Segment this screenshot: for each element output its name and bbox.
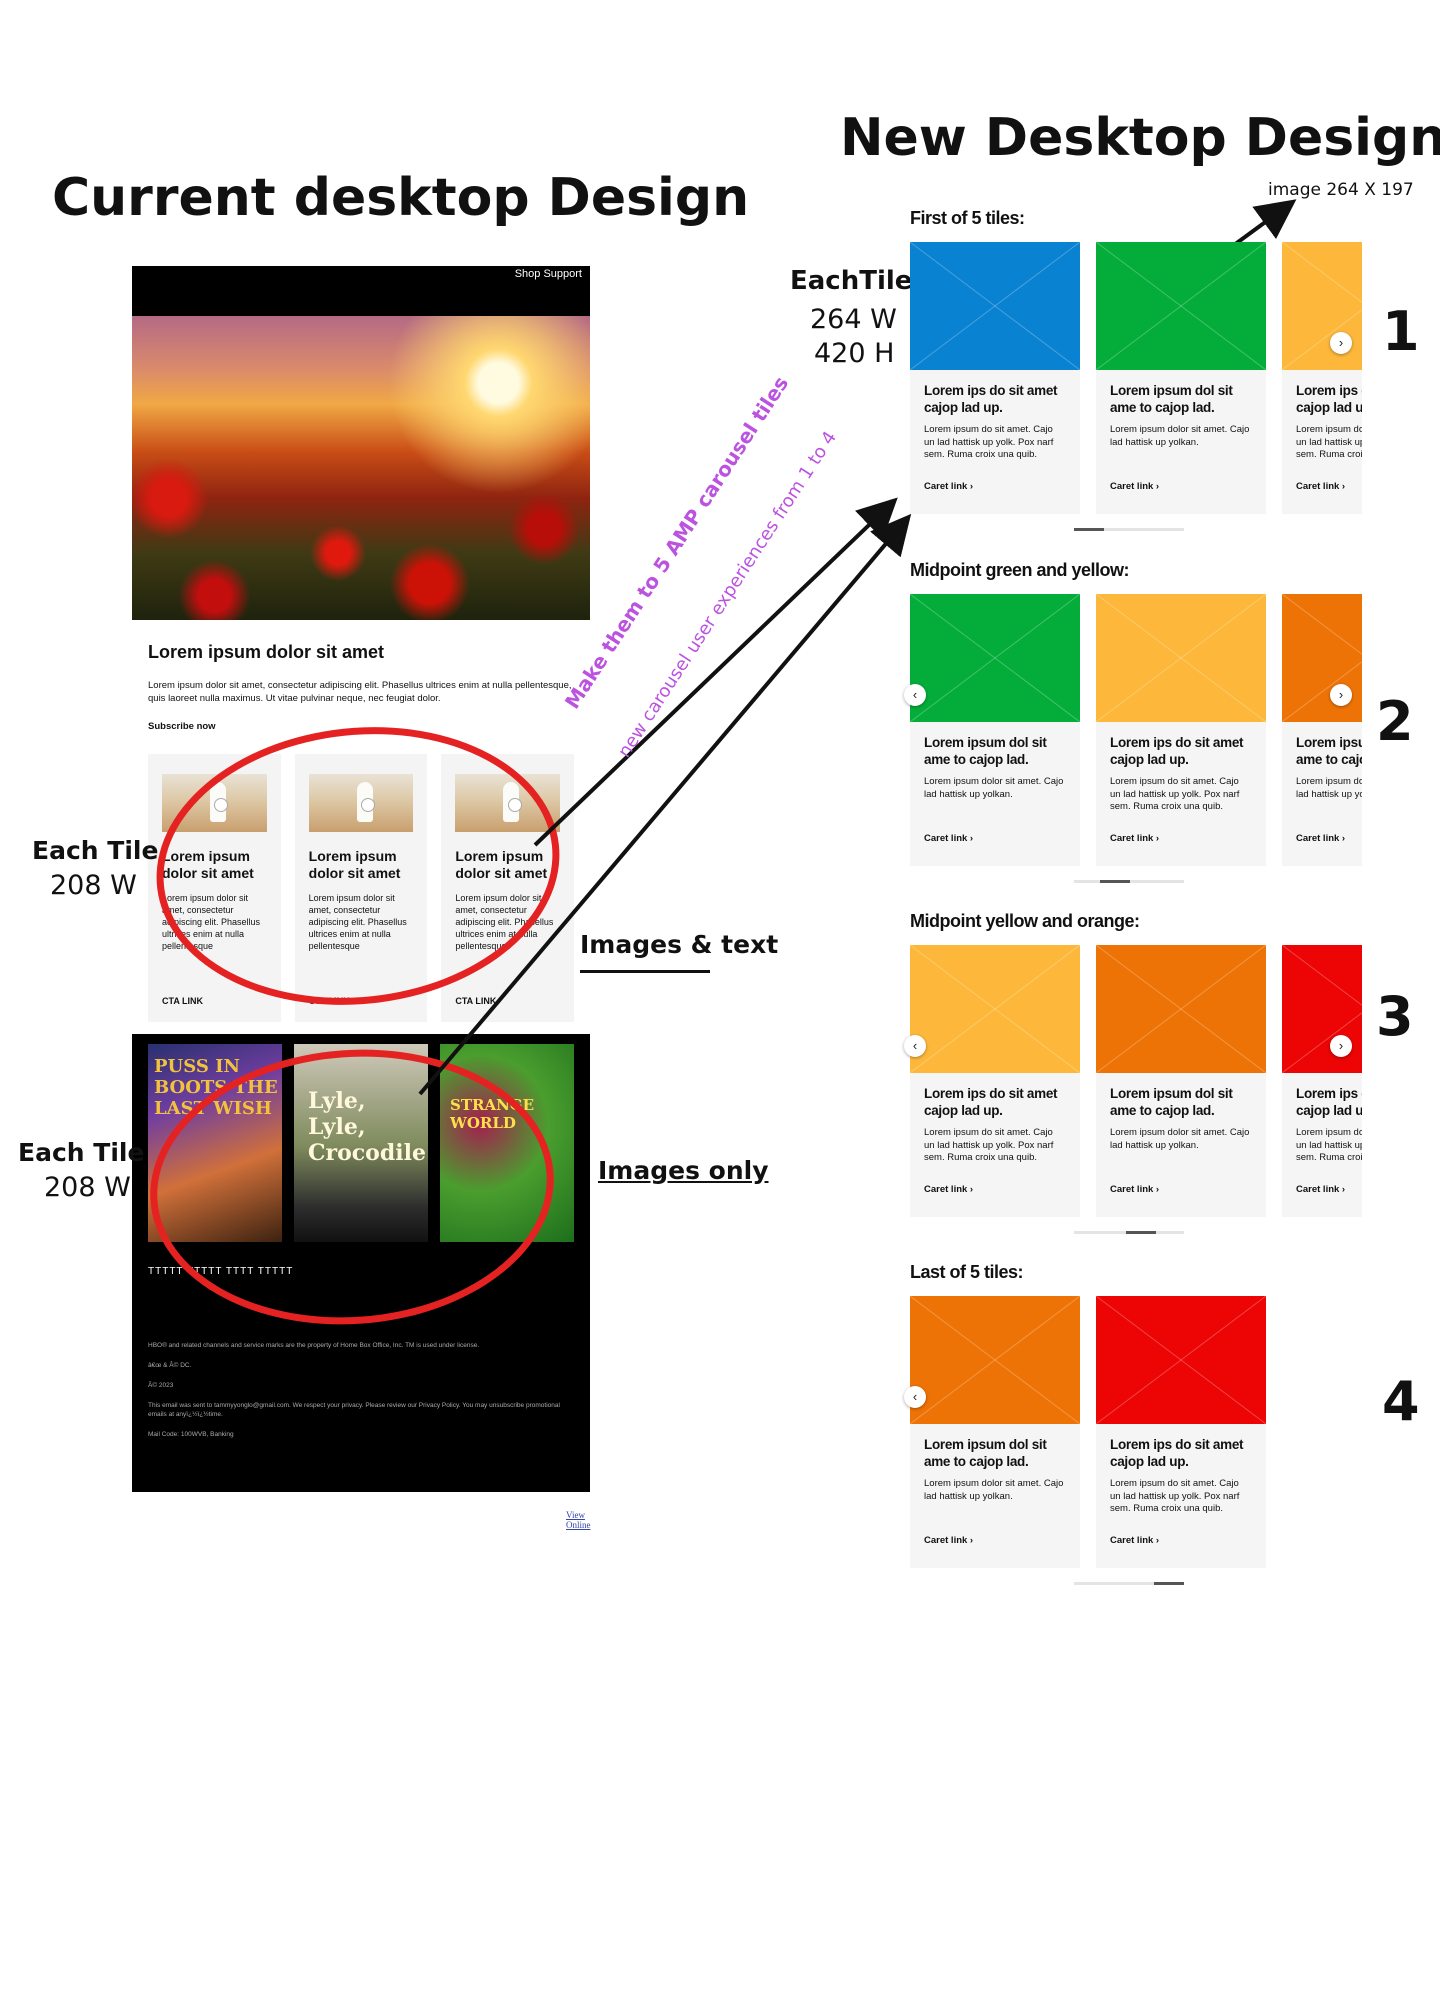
tile-title: Lorem ips do sit amet cajop lad up.	[1296, 383, 1362, 415]
carousel-viewport[interactable]: Lorem ips do sit amet cajop lad up. Lorem…	[894, 242, 1362, 516]
step-number: 2	[1376, 690, 1414, 753]
step-number: 3	[1376, 985, 1414, 1048]
step-number: 4	[1382, 1370, 1420, 1433]
tile-placeholder-image	[1096, 1296, 1266, 1424]
caret-link[interactable]: Caret link ›	[1110, 833, 1159, 844]
tile-placeholder-image	[1096, 594, 1266, 722]
tile-placeholder-image	[910, 1296, 1080, 1424]
chevron-left-icon[interactable]: ‹	[904, 1386, 926, 1408]
caret-link[interactable]: Caret link ›	[924, 481, 973, 492]
tile-body: Lorem ipsum dolor sit amet. Cajo lad hat…	[924, 776, 1064, 800]
tile-body: Lorem ipsum do sit amet. Cajo un lad hat…	[924, 424, 1054, 460]
chevron-left-icon[interactable]: ‹	[904, 1035, 926, 1057]
tile-title: Lorem ips do sit amet cajop lad up.	[924, 1086, 1058, 1118]
tile-body: Lorem ipsum dolor sit amet. Cajo lad hat…	[1110, 1127, 1250, 1151]
each-tile-height-new: 420 H	[814, 338, 895, 369]
carousel-viewport[interactable]: Lorem ips do sit amet cajop lad up. Lorem…	[894, 1296, 1348, 1570]
carousel-tile[interactable]: Lorem ips do sit amet cajop lad up. Lorem…	[1282, 242, 1362, 514]
caret-link[interactable]: Caret link ›	[1296, 1184, 1345, 1195]
tile-body: Lorem ipsum do sit amet. Cajo un lad hat…	[1110, 1478, 1240, 1514]
carousel-tile[interactable]: Lorem ipsum dol sit ame to cajop lad. Lor…	[910, 594, 1080, 866]
tile-title: Lorem ips do sit amet cajop lad up.	[924, 383, 1058, 415]
carousel-tile[interactable]: Lorem ipsum dol sit ame to cajop lad. Lor…	[1096, 945, 1266, 1217]
caret-link[interactable]: Caret link ›	[924, 833, 973, 844]
tile-placeholder-image	[1282, 594, 1362, 722]
chevron-right-icon[interactable]: ›	[1330, 684, 1352, 706]
carousel-viewport[interactable]: Lorem ips do sit amet cajop lad up. Lorem…	[894, 594, 1362, 868]
carousel-progress-indicator	[1074, 880, 1184, 883]
tile-body: Lorem ipsum do sit amet. Cajo un lad hat…	[924, 1127, 1054, 1163]
carousel-tile[interactable]: Lorem ipsum dol sit ame to cajop lad. Lor…	[910, 1296, 1080, 1568]
caret-link[interactable]: Caret link ›	[1296, 481, 1345, 492]
tile-title: Lorem ips do sit amet cajop lad up.	[1296, 1086, 1362, 1118]
caret-link[interactable]: Caret link ›	[1110, 481, 1159, 492]
tile-body: Lorem ipsum do sit amet. Cajo un lad hat…	[1296, 424, 1362, 460]
chevron-right-icon[interactable]: ›	[1330, 1035, 1352, 1057]
tile-body: Lorem ipsum dolor sit amet. Cajo lad hat…	[1110, 424, 1250, 448]
tile-title: Lorem ips do sit amet cajop lad up.	[1110, 1437, 1244, 1469]
carousel-tile[interactable]: Lorem ips do sit amet cajop lad up. Lorem…	[1096, 594, 1266, 866]
tile-placeholder-image	[1096, 945, 1266, 1073]
caret-link[interactable]: Caret link ›	[1110, 1184, 1159, 1195]
tile-body: Lorem ipsum dolor sit amet. Cajo lad hat…	[1296, 776, 1362, 800]
frame-title: Last of 5 tiles:	[910, 1262, 1024, 1282]
chevron-right-icon[interactable]: ›	[1330, 332, 1352, 354]
frame-title: Midpoint yellow and orange:	[910, 911, 1140, 931]
carousel-progress-indicator	[1074, 528, 1184, 531]
tile-title: Lorem ipsum dol sit ame to cajop lad.	[1110, 383, 1233, 415]
tile-body: Lorem ipsum do sit amet. Cajo un lad hat…	[1296, 1127, 1362, 1163]
image-size-note: image 264 X 197	[1268, 180, 1414, 200]
tile-placeholder-image	[910, 242, 1080, 370]
tile-title: Lorem ipsum dol sit ame to cajop lad.	[1296, 735, 1362, 767]
tile-placeholder-image	[1282, 945, 1362, 1073]
tile-placeholder-image	[1096, 242, 1266, 370]
carousel-tile[interactable]: Lorem ips do sit amet cajop lad up. Lorem…	[1096, 1296, 1266, 1568]
carousel-progress-indicator	[1074, 1582, 1184, 1585]
tile-body: Lorem ipsum do sit amet. Cajo un lad hat…	[1110, 776, 1240, 812]
each-tile-width-new: 264 W	[810, 304, 897, 335]
tile-title: Lorem ipsum dol sit ame to cajop lad.	[924, 735, 1047, 767]
caret-link[interactable]: Caret link ›	[1110, 1535, 1159, 1546]
tile-title: Lorem ipsum dol sit ame to cajop lad.	[924, 1437, 1047, 1469]
tile-body: Lorem ipsum dolor sit amet. Cajo lad hat…	[924, 1478, 1064, 1502]
carousel-viewport[interactable]: Lorem ips do sit amet cajop lad up. Lorem…	[894, 945, 1362, 1219]
caret-link[interactable]: Caret link ›	[1296, 833, 1345, 844]
tile-title: Lorem ips do sit amet cajop lad up.	[1110, 735, 1244, 767]
carousel-progress-indicator	[1074, 1231, 1184, 1234]
tile-placeholder-image	[910, 945, 1080, 1073]
caret-link[interactable]: Caret link ›	[924, 1184, 973, 1195]
caret-link[interactable]: Caret link ›	[924, 1535, 973, 1546]
frame-title: First of 5 tiles:	[910, 208, 1025, 228]
tile-placeholder-image	[910, 594, 1080, 722]
tile-title: Lorem ipsum dol sit ame to cajop lad.	[1110, 1086, 1233, 1118]
carousel-tile[interactable]: Lorem ipsum dol sit ame to cajop lad. Lor…	[1096, 242, 1266, 514]
carousel-tile[interactable]: Lorem ips do sit amet cajop lad up. Lorem…	[910, 945, 1080, 1217]
chevron-left-icon[interactable]: ‹	[904, 684, 926, 706]
frame-title: Midpoint green and yellow:	[910, 560, 1130, 580]
carousel-tile[interactable]: Lorem ips do sit amet cajop lad up. Lorem…	[910, 242, 1080, 514]
carousel-tile[interactable]: Lorem ipsum dol sit ame to cajop lad. Lor…	[1282, 594, 1362, 866]
step-number: 1	[1382, 300, 1420, 363]
tile-placeholder-image	[1282, 242, 1362, 370]
carousel-tile[interactable]: Lorem ips do sit amet cajop lad up. Lorem…	[1282, 945, 1362, 1217]
